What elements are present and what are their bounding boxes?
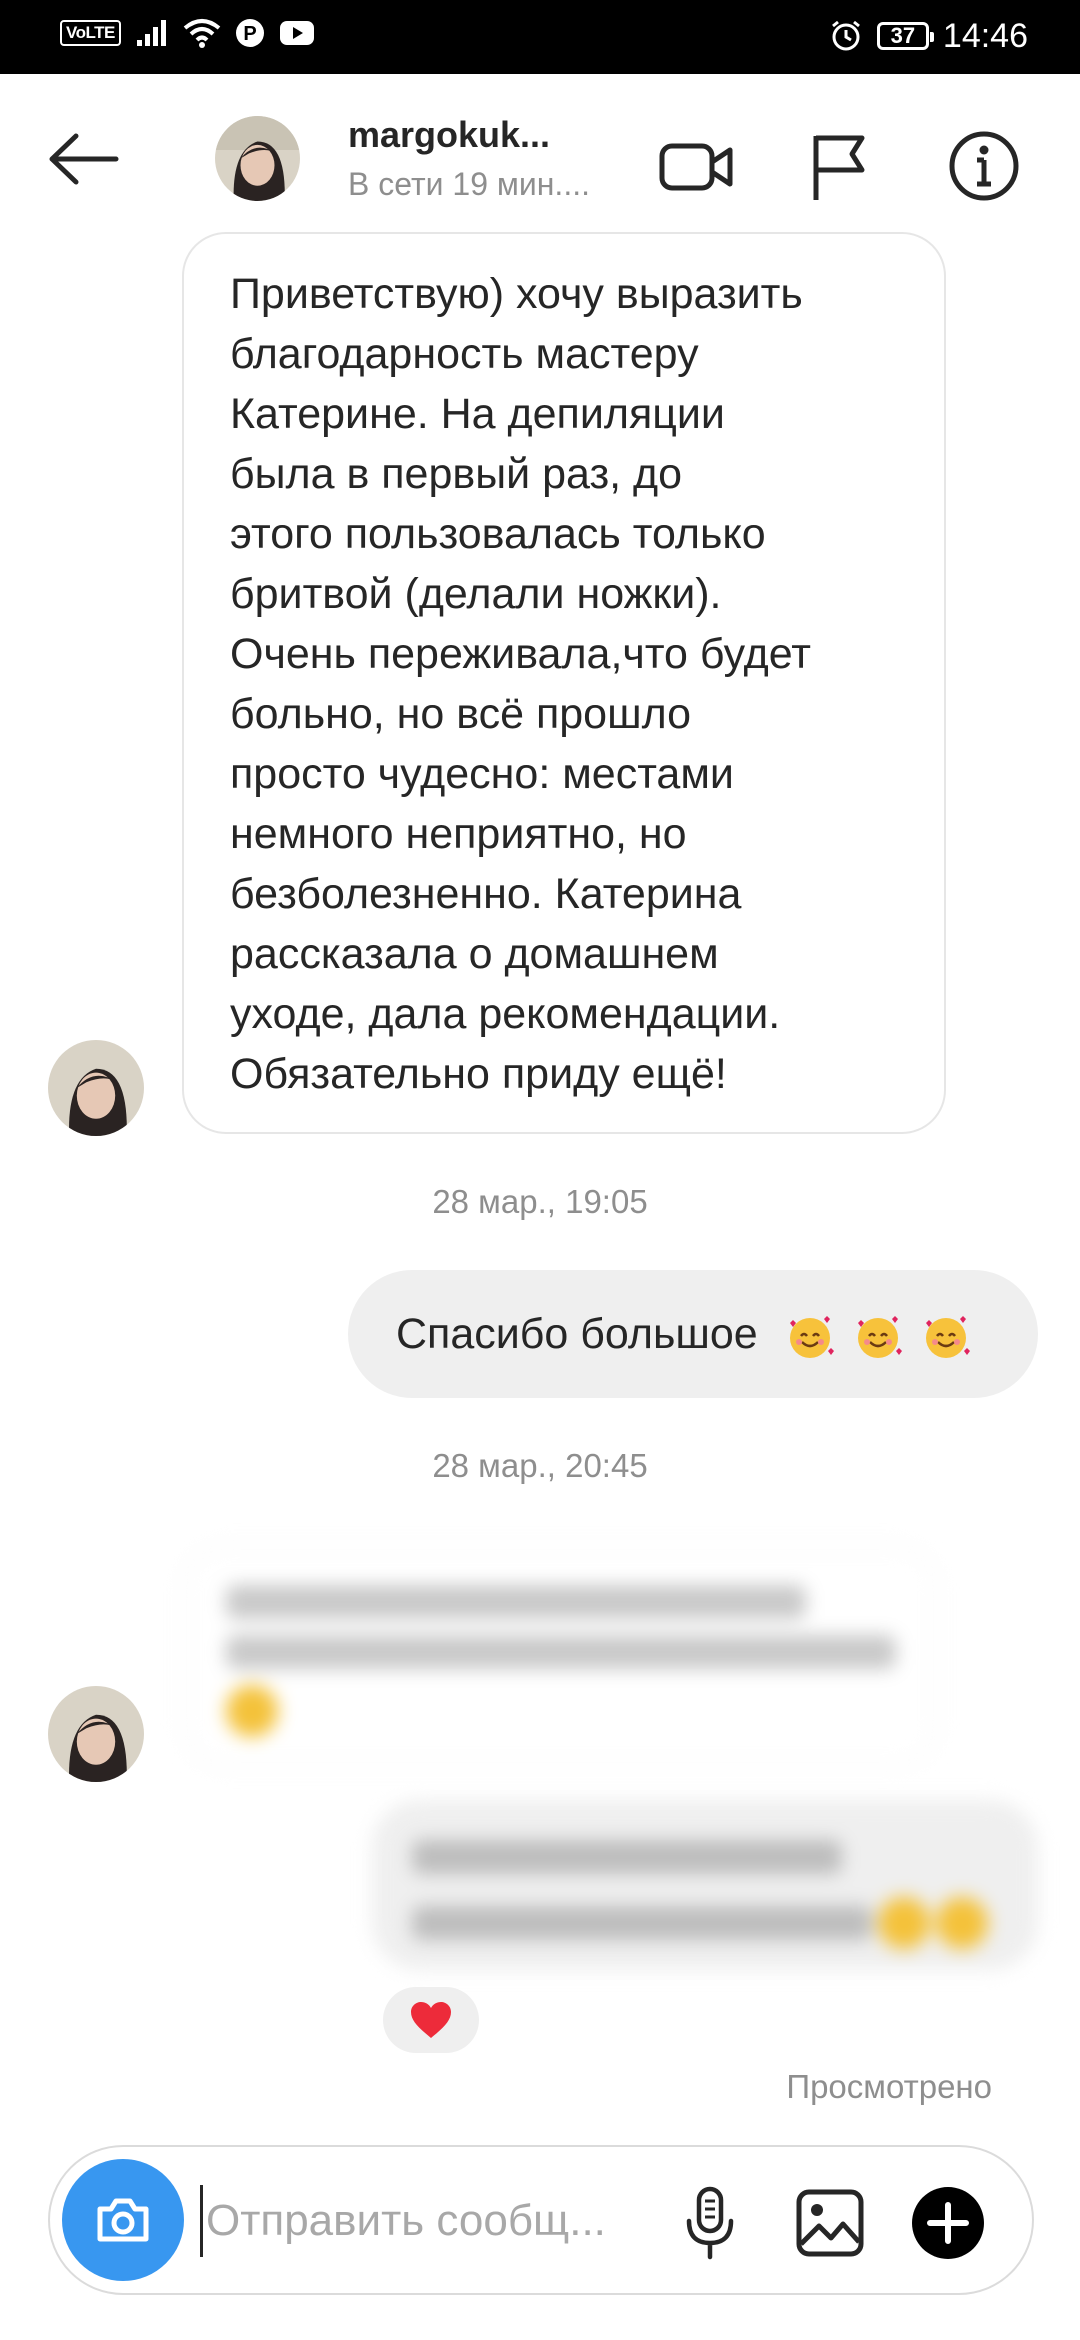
last-seen-status: В сети 19 мин.... [348,166,590,202]
video-camera-icon [659,143,733,191]
back-button[interactable] [44,124,124,194]
arrow-left-icon [49,133,119,185]
report-button[interactable] [800,126,880,206]
info-icon [949,131,1019,201]
blurred-text-line [412,1906,872,1940]
status-bar: VoLTE P 37 14:46 [0,0,1080,74]
blurred-emoji [878,1897,930,1949]
profile-photo [48,1040,144,1136]
message-reaction[interactable] [383,1987,479,2053]
voice-message-button[interactable] [670,2183,750,2263]
microphone-icon [686,2186,734,2260]
avatar[interactable] [215,116,300,201]
text-cursor [200,2185,203,2257]
youtube-icon [279,21,314,45]
blurred-emoji [936,1897,988,1949]
flag-icon [813,135,865,200]
message-bubble-outgoing-blurred[interactable] [372,1800,1038,1970]
message-bubble-incoming-blurred[interactable] [182,1545,938,1767]
info-button[interactable] [944,126,1024,206]
profile-photo [48,1686,144,1782]
message-text: Спасибо большое [396,1310,758,1358]
add-button[interactable] [908,2183,988,2263]
message-text: Приветствую) хочу выразить благодарность… [230,270,811,1098]
battery-indicator: 37 [876,22,934,50]
blurred-emoji [226,1685,278,1737]
message-bubble-incoming[interactable]: Приветствую) хочу выразить благодарность… [182,232,946,1134]
pinterest-icon: P [235,19,264,47]
alarm-icon [831,20,860,51]
blurred-text-line [226,1635,896,1669]
heart-icon [411,2002,451,2038]
camera-button[interactable] [62,2159,184,2281]
image-icon [796,2189,864,2257]
plus-icon [912,2187,984,2259]
video-call-button[interactable] [656,126,736,206]
blurred-text-line [226,1585,806,1619]
chat-header: margokuk... В сети 19 мин.... [0,74,1080,244]
message-input[interactable] [206,2185,696,2257]
blurred-text-line [412,1840,842,1874]
profile-photo [215,116,300,201]
message-timestamp: 28 мар., 19:05 [432,1183,648,1220]
gallery-button[interactable] [790,2183,870,2263]
wifi-icon [183,19,221,48]
avatar[interactable] [48,1686,144,1782]
camera-icon [97,2198,149,2242]
avatar[interactable] [48,1040,144,1136]
smiling-face-with-hearts-emoji [857,1315,902,1358]
smiling-face-with-hearts-emoji [925,1315,970,1358]
clock: 14:46 [942,17,1028,55]
message-timestamp: 28 мар., 20:45 [432,1447,648,1484]
volte-indicator: VoLTE [60,20,121,46]
smiling-face-with-hearts-emoji [789,1315,834,1358]
svg-text:P: P [243,23,256,45]
contact-username[interactable]: margokuk... [348,114,550,156]
message-bubble-outgoing[interactable]: Спасибо большое [348,1270,1038,1398]
signal-icon [136,20,166,46]
seen-status: Просмотрено [786,2068,992,2105]
message-composer [48,2145,1034,2295]
